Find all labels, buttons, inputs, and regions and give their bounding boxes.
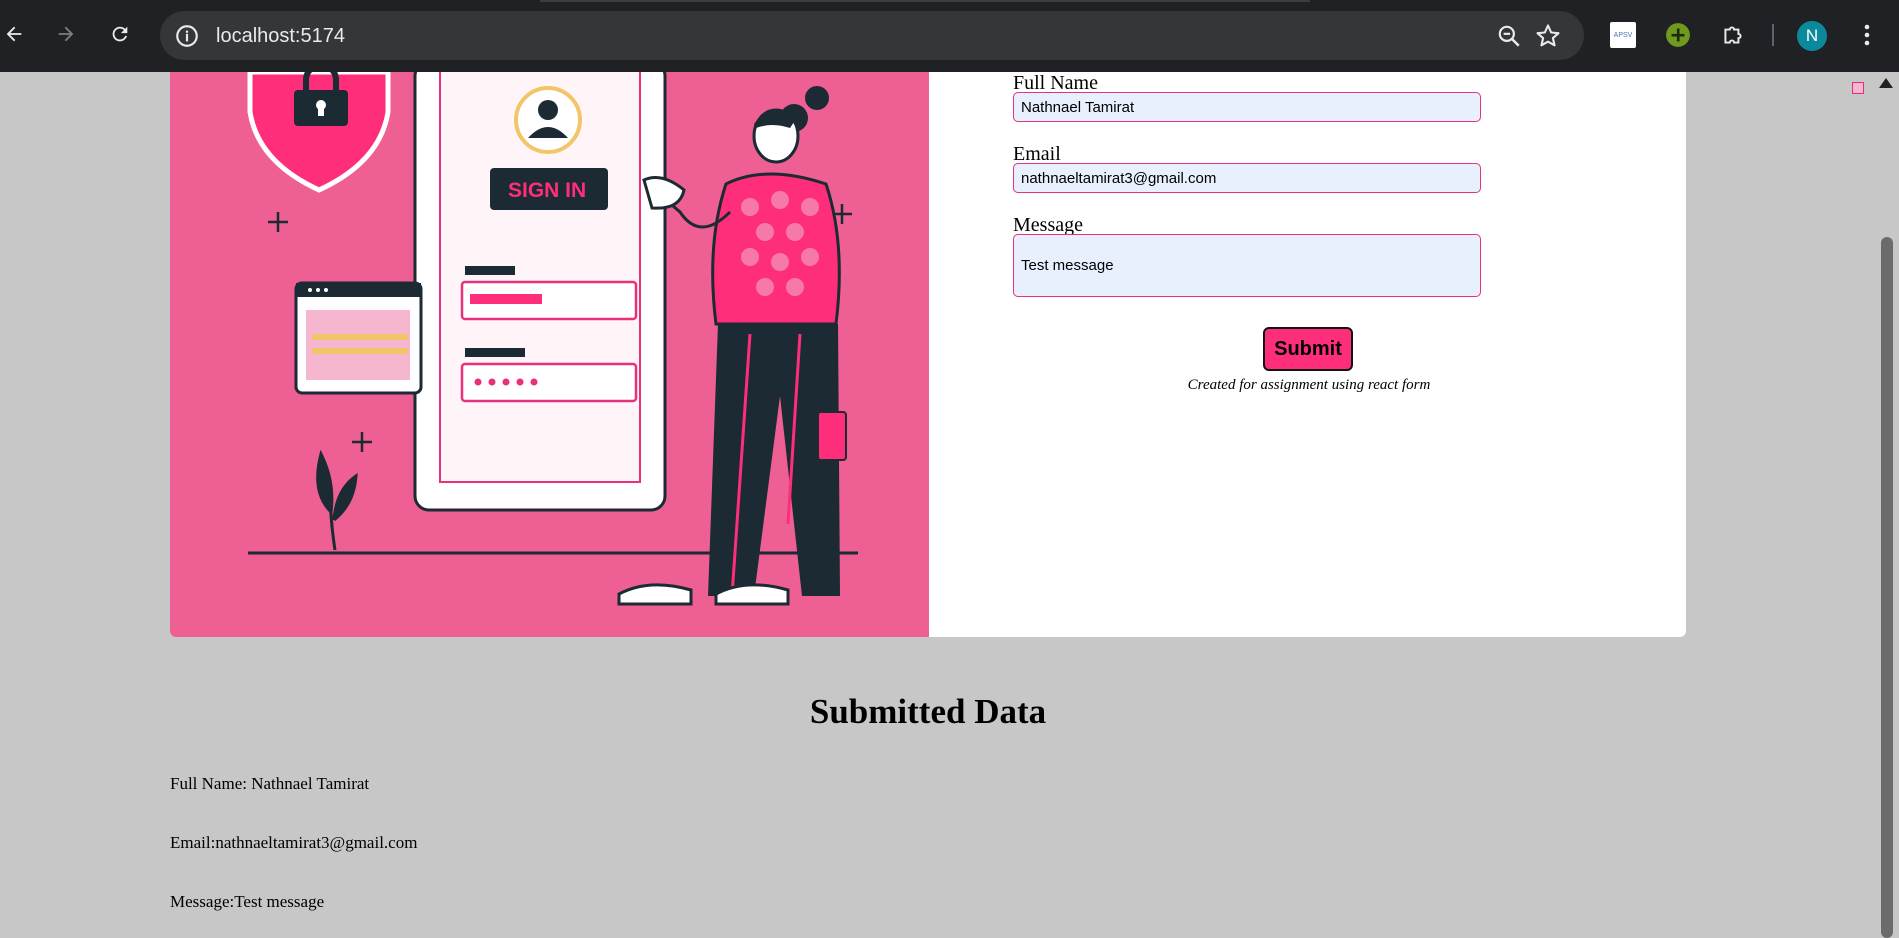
forward-button[interactable] [48,16,84,52]
plus-circle-icon [1666,23,1690,47]
puzzle-icon [1724,26,1742,44]
url-text[interactable]: localhost:5174 [216,23,345,49]
arrow-right-icon [58,26,74,42]
email-input[interactable]: nathnaeltamirat3@gmail.com [1013,163,1481,193]
address-bar[interactable]: localhost:5174 [160,11,1584,60]
contact-form: Full Name Nathnael Tamirat Email nathnae… [1013,72,1573,637]
sparkle-icon [268,212,288,232]
zoom-out-icon[interactable] [1496,23,1522,49]
browser-toolbar: localhost:5174 APSV N [0,0,1899,72]
signin-illustration: SIGN IN [170,72,929,637]
more-vert-icon[interactable] [1855,20,1879,50]
submit-button[interactable]: Submit [1263,327,1353,371]
bookmark-star-icon[interactable] [1534,22,1562,50]
extensions-button[interactable] [1718,20,1748,50]
scroll-up-arrow-icon[interactable] [1879,78,1893,88]
submitted-data-heading: Submitted Data [809,692,1047,731]
shield-icon [247,72,391,193]
arrow-left-icon [6,26,22,42]
apsv-extension-icon[interactable]: APSV [1610,22,1636,48]
reload-icon [112,26,128,42]
submitted-full-name: Full Name: Nathnael Tamirat [170,774,370,793]
tab-strip-edge [540,0,1310,2]
profile-avatar[interactable]: N [1797,21,1827,51]
full-name-input[interactable]: Nathnael Tamirat [1013,92,1481,122]
illustration-artwork: SIGN IN [247,72,858,606]
submitted-email: Email:nathnaeltamirat3@gmail.com [170,833,418,852]
sign-in-text: SIGN IN [508,179,586,202]
devtools-badge-icon[interactable] [1852,82,1864,94]
add-extension-icon[interactable] [1663,20,1693,50]
email-label: Email [1013,143,1061,165]
message-label: Message [1013,214,1083,236]
message-textarea[interactable]: Test message [1013,234,1481,297]
toolbar-separator [1772,24,1774,46]
plant-art [316,449,358,551]
credit-text: Created for assignment using react form [1187,377,1431,393]
submitted-message: Message:Test message [170,892,325,911]
form-card: SIGN IN Full Name Nathnael Tamirat Email… [170,72,1686,637]
back-button[interactable] [0,16,32,52]
scrollbar-thumb[interactable] [1881,237,1893,938]
reload-button[interactable] [102,16,138,52]
site-info-icon[interactable] [174,23,200,49]
full-name-label: Full Name [1013,72,1098,94]
